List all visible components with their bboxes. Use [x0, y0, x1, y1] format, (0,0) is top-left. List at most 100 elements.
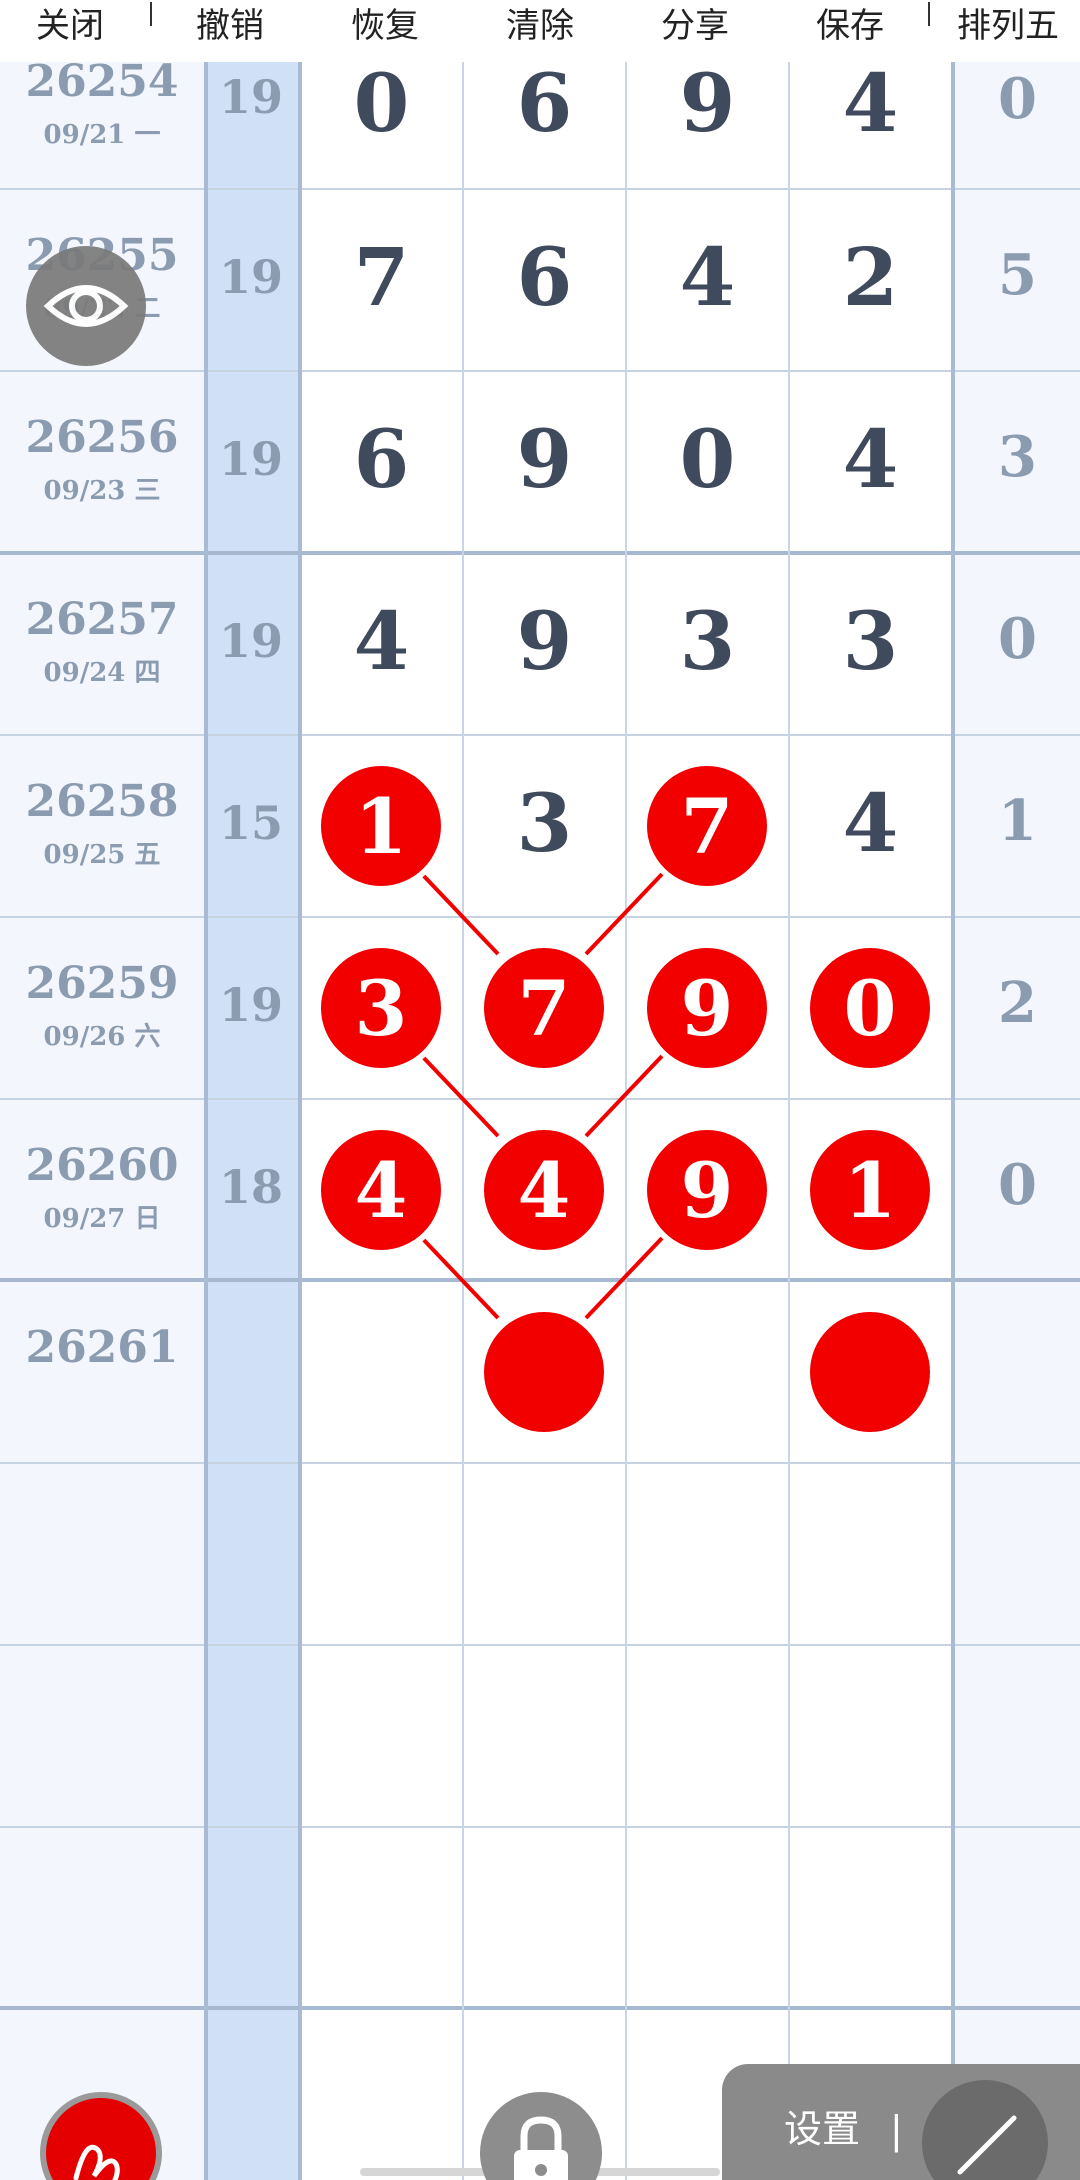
- issue-number: 26254: [25, 56, 179, 107]
- grid-line: [204, 62, 208, 2180]
- grid-line: [0, 1644, 1080, 1646]
- grid-line: [0, 188, 1080, 190]
- marked-ball[interactable]: 3: [321, 948, 441, 1068]
- grid-line: [462, 62, 464, 2180]
- trend-chart-grid[interactable]: 26254 09/21 一 19 0 6 9 4 0 26255 09/22 二…: [0, 56, 1080, 2180]
- marked-ball[interactable]: 7: [484, 948, 604, 1068]
- grid-line: [0, 551, 1080, 555]
- digit-cell[interactable]: 9: [626, 56, 789, 150]
- fifth-digit: 0: [998, 606, 1037, 672]
- grid-line: [0, 370, 1080, 372]
- issue-date: 09/23 三: [43, 476, 161, 506]
- top-toolbar: 关闭 撤销 恢复 清除 分享 保存 排列五: [0, 0, 1080, 62]
- fifth-digit: 3: [998, 424, 1037, 490]
- eye-icon: [43, 285, 129, 327]
- issue-number: 26256: [25, 412, 179, 463]
- grid-line: [0, 1462, 1080, 1464]
- table-row: 26259 09/26 六 19 3 7 9 0 2: [0, 918, 1080, 1100]
- digit-cell[interactable]: 4: [789, 56, 952, 150]
- table-row: 26260 09/27 日 18 4 4 9 1 0: [0, 1100, 1080, 1282]
- marked-ball[interactable]: 9: [647, 948, 767, 1068]
- settings-label[interactable]: 设置: [784, 2098, 860, 2153]
- issue-date: 09/24 四: [43, 658, 161, 688]
- grid-line: [0, 1826, 1080, 1828]
- digit-cell[interactable]: 2: [789, 230, 952, 324]
- issue-number: 26260: [25, 1140, 179, 1191]
- lottery-type-label[interactable]: 排列五: [938, 0, 1078, 56]
- scribble-icon: [73, 2144, 120, 2180]
- issue-date: 09/25 五: [43, 840, 161, 870]
- digit-cell[interactable]: 9: [463, 412, 626, 506]
- share-button[interactable]: 分享: [625, 0, 765, 56]
- marked-ball[interactable]: [484, 1312, 604, 1432]
- table-row: 26255 09/22 二 19 7 6 4 2 5: [0, 190, 1080, 372]
- marked-ball[interactable]: [810, 1312, 930, 1432]
- grid-line: [625, 62, 627, 2180]
- grid-line: [0, 1278, 1080, 1282]
- issue-date: 09/26 六: [43, 1022, 161, 1052]
- fifth-digit: 0: [998, 66, 1037, 132]
- grid-line: [951, 62, 955, 2180]
- digit-cell[interactable]: 4: [789, 412, 952, 506]
- toolbar-divider: [928, 2, 930, 26]
- digit-sum: 19: [218, 614, 283, 668]
- digit-cell[interactable]: 4: [626, 230, 789, 324]
- marked-ball[interactable]: 4: [321, 1130, 441, 1250]
- lock-icon: [514, 2116, 568, 2180]
- table-row: 26257 09/24 四 19 4 9 3 3 0: [0, 554, 1080, 736]
- toolbar-divider: [150, 2, 152, 26]
- issue-number: 26257: [25, 594, 179, 645]
- grid-line: [0, 734, 1080, 736]
- grid-line: [788, 62, 790, 2180]
- digit-cell[interactable]: 6: [300, 412, 463, 506]
- clear-button[interactable]: 清除: [470, 0, 610, 56]
- grid-line: [298, 62, 302, 2180]
- marked-ball[interactable]: 9: [647, 1130, 767, 1250]
- grid-line: [0, 1098, 1080, 1100]
- marked-ball[interactable]: 1: [321, 766, 441, 886]
- fifth-digit: 2: [998, 970, 1037, 1036]
- marked-ball[interactable]: 1: [810, 1130, 930, 1250]
- fifth-digit: 1: [998, 788, 1037, 854]
- table-row: 26261: [0, 1282, 1080, 1464]
- issue-number: 26258: [25, 776, 179, 827]
- issue-number: 26259: [25, 958, 179, 1009]
- redo-button[interactable]: 恢复: [315, 0, 455, 56]
- issue-date: 09/27 日: [43, 1204, 161, 1234]
- issue-date: 09/21 一: [43, 120, 161, 150]
- digit-cell[interactable]: 7: [300, 230, 463, 324]
- pen-tool-button[interactable]: [40, 2092, 162, 2180]
- line-tool-icon: [957, 2115, 1017, 2175]
- digit-cell[interactable]: 4: [789, 776, 952, 870]
- table-row: 26258 09/25 五 15 1 3 7 4 1: [0, 736, 1080, 918]
- settings-separator: |: [890, 2108, 903, 2152]
- marked-ball[interactable]: 7: [647, 766, 767, 886]
- table-row: 26256 09/23 三 19 6 9 0 4 3: [0, 372, 1080, 554]
- issue-number: 26261: [25, 1322, 179, 1373]
- save-button[interactable]: 保存: [780, 0, 920, 56]
- digit-cell[interactable]: 4: [300, 594, 463, 688]
- digit-cell[interactable]: 9: [463, 594, 626, 688]
- fifth-digit: 0: [998, 1152, 1037, 1218]
- marked-ball[interactable]: 4: [484, 1130, 604, 1250]
- line-tool-button[interactable]: [922, 2080, 1048, 2180]
- lock-button[interactable]: [480, 2092, 602, 2180]
- digit-cell[interactable]: 3: [626, 594, 789, 688]
- close-button[interactable]: 关闭: [0, 0, 140, 56]
- digit-cell[interactable]: 0: [300, 56, 463, 150]
- digit-cell[interactable]: 6: [463, 56, 626, 150]
- digit-cell[interactable]: 0: [626, 412, 789, 506]
- digit-sum: 15: [218, 796, 283, 850]
- marked-ball[interactable]: 0: [810, 948, 930, 1068]
- digit-cell[interactable]: 3: [789, 594, 952, 688]
- undo-button[interactable]: 撤销: [160, 0, 300, 56]
- visibility-toggle-button[interactable]: [26, 246, 146, 366]
- digit-sum: 19: [218, 70, 283, 124]
- digit-sum: 19: [218, 250, 283, 304]
- digit-cell[interactable]: 6: [463, 230, 626, 324]
- digit-cell[interactable]: 3: [463, 776, 626, 870]
- grid-line: [0, 916, 1080, 918]
- digit-sum: 18: [218, 1160, 283, 1214]
- digit-sum: 19: [218, 432, 283, 486]
- app-root: 关闭 撤销 恢复 清除 分享 保存 排列五 26254 09/21 一 19 0…: [0, 0, 1080, 2180]
